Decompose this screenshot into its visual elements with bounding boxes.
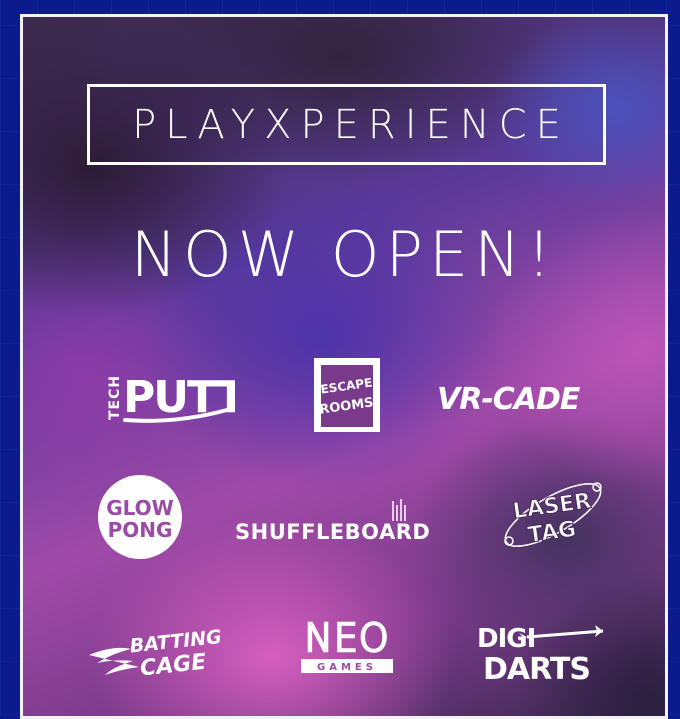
digi-darts-line1: DIGI (477, 624, 535, 654)
neo-games-small-text: GAMES (317, 662, 377, 673)
glow-pong-line2: PONG (108, 518, 173, 542)
batting-cage-logo: BATTING CAGE (83, 615, 243, 689)
shuffleboard-text: SHUFFLEBOARD (235, 520, 430, 544)
escape-rooms-logo: ESCAPE ROOMS (312, 356, 382, 438)
neo-games-big-text: NEO (304, 616, 389, 660)
tech-putt-logo: TECH PUTT (105, 362, 248, 430)
tech-putt-small-text: TECH (107, 375, 123, 420)
laser-tag-line2: TAG (526, 517, 577, 548)
glow-pong-logo: GLOW PONG (96, 473, 184, 565)
poster: PLAYXPERIENCE NOW OPEN! TECH PUTT ESCAPE… (20, 14, 668, 719)
vr-cade-logo: VR-CADE (435, 377, 605, 421)
headline: NOW OPEN! (130, 218, 558, 291)
neo-games-logo: NEO GAMES (297, 613, 397, 681)
laser-tag-logo: LASER TAG (493, 465, 613, 569)
vr-cade-text: VR-CADE (437, 382, 581, 417)
digi-darts-logo: DIGI DARTS (475, 615, 615, 689)
brand-name: PLAYXPERIENCE (132, 101, 570, 148)
digi-darts-line2: DARTS (483, 652, 590, 685)
tech-putt-big-text: PUTT (123, 372, 235, 423)
shuffleboard-logo: SHUFFLEBOARD (233, 497, 463, 551)
brand-frame: PLAYXPERIENCE (87, 84, 606, 165)
glow-pong-line1: GLOW (106, 496, 174, 520)
shuffle-puck-trail-icon (392, 499, 406, 521)
